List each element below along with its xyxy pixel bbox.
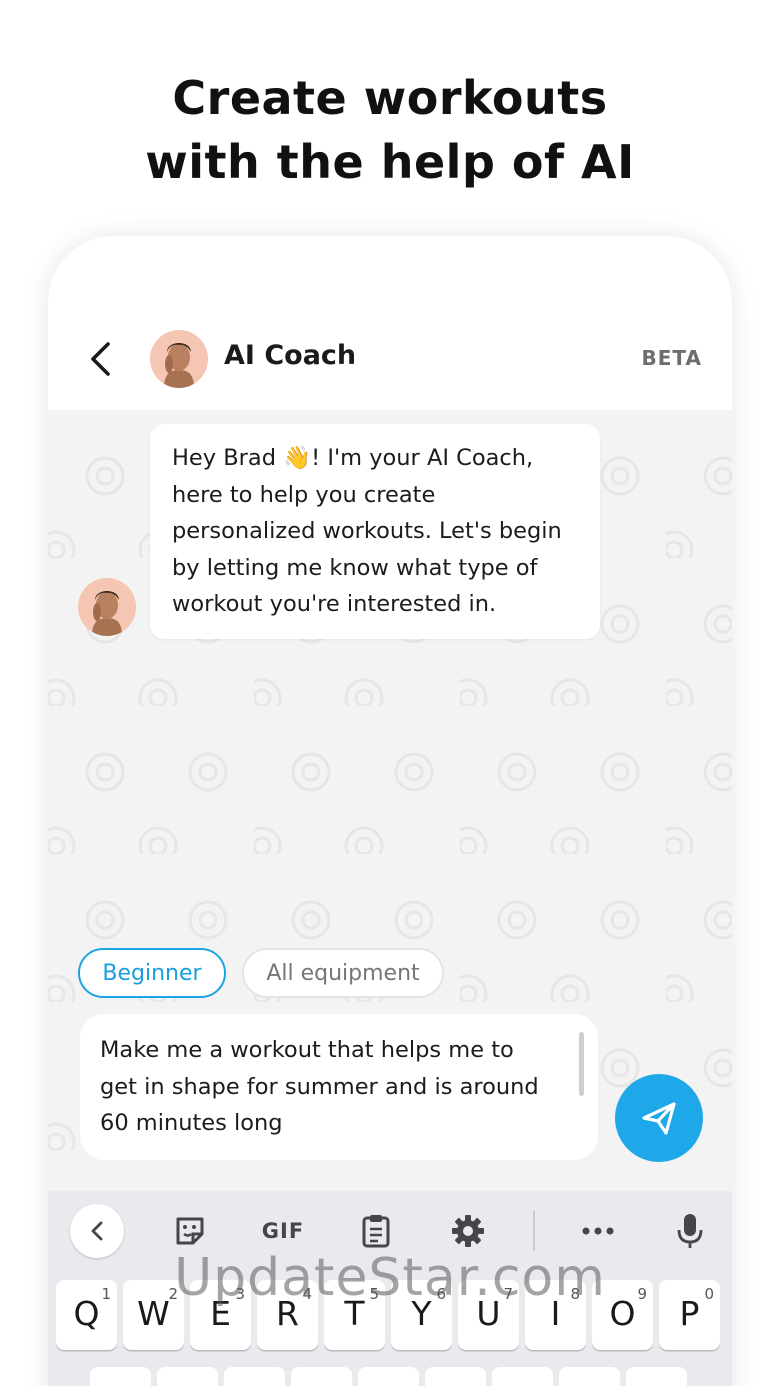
clipboard-icon (362, 1215, 390, 1248)
headline: Create workouts with the help of AI (0, 66, 780, 194)
gear-icon (452, 1215, 484, 1247)
message-avatar (78, 578, 136, 636)
key[interactable] (157, 1367, 218, 1386)
toolbar-divider (533, 1211, 535, 1251)
chip-beginner[interactable]: Beginner (78, 948, 226, 998)
input-line: Make me a workout that helps me to (100, 1037, 514, 1063)
message-input[interactable]: Make me a workout that helps me to get i… (80, 1014, 598, 1160)
key[interactable] (425, 1367, 486, 1386)
message-line: by letting me know what type of (172, 554, 538, 581)
microphone-icon (677, 1214, 703, 1248)
chip-all-equipment[interactable]: All equipment (242, 948, 444, 998)
key[interactable] (90, 1367, 151, 1386)
key[interactable] (559, 1367, 620, 1386)
coach-avatar (150, 330, 208, 388)
message-line: here to help you create (172, 481, 436, 508)
chevron-left-icon (91, 342, 110, 376)
phone-frame: AI Coach BETA Hey Brad 👋! I'm your AI Co… (48, 236, 732, 1386)
input-line: get in shape for summer and is around (100, 1073, 539, 1100)
headline-line-1: Create workouts (172, 71, 608, 125)
key[interactable] (626, 1367, 687, 1386)
headline-line-2: with the help of AI (145, 135, 635, 189)
key[interactable] (291, 1367, 352, 1386)
coach-message-bubble: Hey Brad 👋! I'm your AI Coach, here to h… (150, 424, 600, 639)
beta-badge: BETA (641, 346, 702, 370)
back-button[interactable] (84, 336, 116, 382)
send-button[interactable] (615, 1074, 703, 1162)
message-line: Hey Brad 👋! I'm your AI Coach, (172, 445, 534, 471)
watermark: UpdateStar.com (174, 1248, 606, 1308)
more-icon (582, 1227, 614, 1235)
paper-plane-icon (642, 1102, 676, 1135)
key[interactable] (358, 1367, 419, 1386)
chat-header: AI Coach BETA (48, 236, 732, 410)
message-line: workout you're interested in. (172, 591, 497, 617)
input-scrollbar[interactable] (579, 1032, 584, 1096)
keyboard-row-2 (56, 1367, 726, 1386)
key[interactable] (224, 1367, 285, 1386)
message-line: personalized workouts. Let's begin (172, 518, 562, 544)
input-line: 60 minutes long (100, 1110, 283, 1136)
screen: Create workouts with the help of AI AI C… (0, 0, 780, 1386)
key[interactable] (492, 1367, 553, 1386)
page-title: AI Coach (224, 340, 357, 371)
chevron-left-icon (91, 1221, 103, 1241)
sticker-icon (176, 1217, 204, 1245)
